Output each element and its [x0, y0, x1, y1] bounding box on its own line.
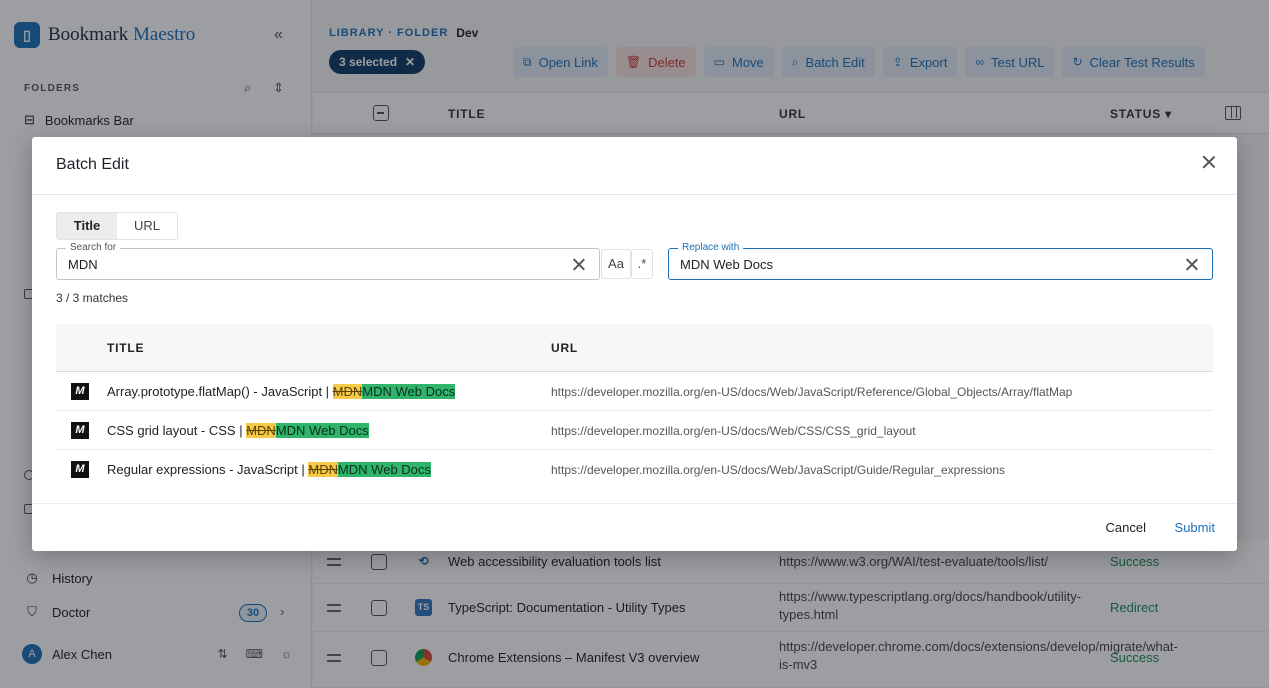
search-field[interactable]: Search for MDN [56, 242, 600, 280]
search-input[interactable]: MDN [68, 257, 98, 272]
submit-button[interactable]: Submit [1175, 520, 1215, 535]
preview-title: Array.prototype.flatMap() - JavaScript |… [107, 384, 456, 399]
close-icon[interactable] [1201, 154, 1217, 170]
dialog-header: Batch Edit [32, 137, 1237, 195]
clear-replace-icon[interactable] [1185, 258, 1198, 271]
preview-column-url: URL [551, 341, 579, 355]
mdn-icon: M [71, 461, 89, 478]
match-new: MDN Web Docs [275, 423, 369, 438]
tab-url[interactable]: URL [117, 213, 177, 239]
preview-url: https://developer.mozilla.org/en-US/docs… [551, 463, 1006, 477]
preview-header: TITLE URL [56, 324, 1213, 372]
preview-table: TITLE URL M Array.prototype.flatMap() - … [56, 324, 1213, 489]
replace-input[interactable]: MDN Web Docs [680, 257, 773, 272]
clear-search-icon[interactable] [572, 258, 585, 271]
table-row: M CSS grid layout - CSS | MDNMDN Web Doc… [56, 411, 1213, 450]
dialog-footer: Cancel Submit [32, 503, 1237, 551]
title-prefix: CSS grid layout - CSS | [107, 423, 247, 438]
title-prefix: Regular expressions - JavaScript | [107, 462, 309, 477]
table-row: M Array.prototype.flatMap() - JavaScript… [56, 372, 1213, 411]
match-old: MDN [332, 384, 363, 399]
mdn-icon: M [71, 383, 89, 400]
title-prefix: Array.prototype.flatMap() - JavaScript | [107, 384, 333, 399]
preview-title: CSS grid layout - CSS | MDNMDN Web Docs [107, 423, 369, 438]
mdn-icon: M [71, 422, 89, 439]
replace-field-label: Replace with [678, 242, 744, 253]
match-old: MDN [246, 423, 276, 438]
match-new: MDN Web Docs [362, 384, 456, 399]
dialog-title: Batch Edit [56, 156, 129, 173]
regex-button[interactable]: .* [631, 249, 653, 279]
search-field-label: Search for [66, 242, 121, 253]
preview-column-title: TITLE [107, 341, 145, 355]
match-new: MDN Web Docs [337, 462, 431, 477]
batch-edit-dialog: Batch Edit Title URL Search for MDN Aa .… [32, 137, 1237, 551]
preview-url: https://developer.mozilla.org/en-US/docs… [551, 385, 1073, 399]
tab-title[interactable]: Title [57, 213, 117, 239]
cancel-button[interactable]: Cancel [1106, 520, 1146, 535]
field-toggle: Title URL [56, 212, 178, 240]
match-count: 3 / 3 matches [56, 291, 129, 305]
table-row: M Regular expressions - JavaScript | MDN… [56, 450, 1213, 489]
match-old: MDN [308, 462, 338, 477]
preview-title: Regular expressions - JavaScript | MDNMD… [107, 462, 431, 477]
replace-field[interactable]: Replace with MDN Web Docs [668, 242, 1213, 280]
preview-url: https://developer.mozilla.org/en-US/docs… [551, 424, 916, 438]
match-case-button[interactable]: Aa [601, 249, 631, 279]
